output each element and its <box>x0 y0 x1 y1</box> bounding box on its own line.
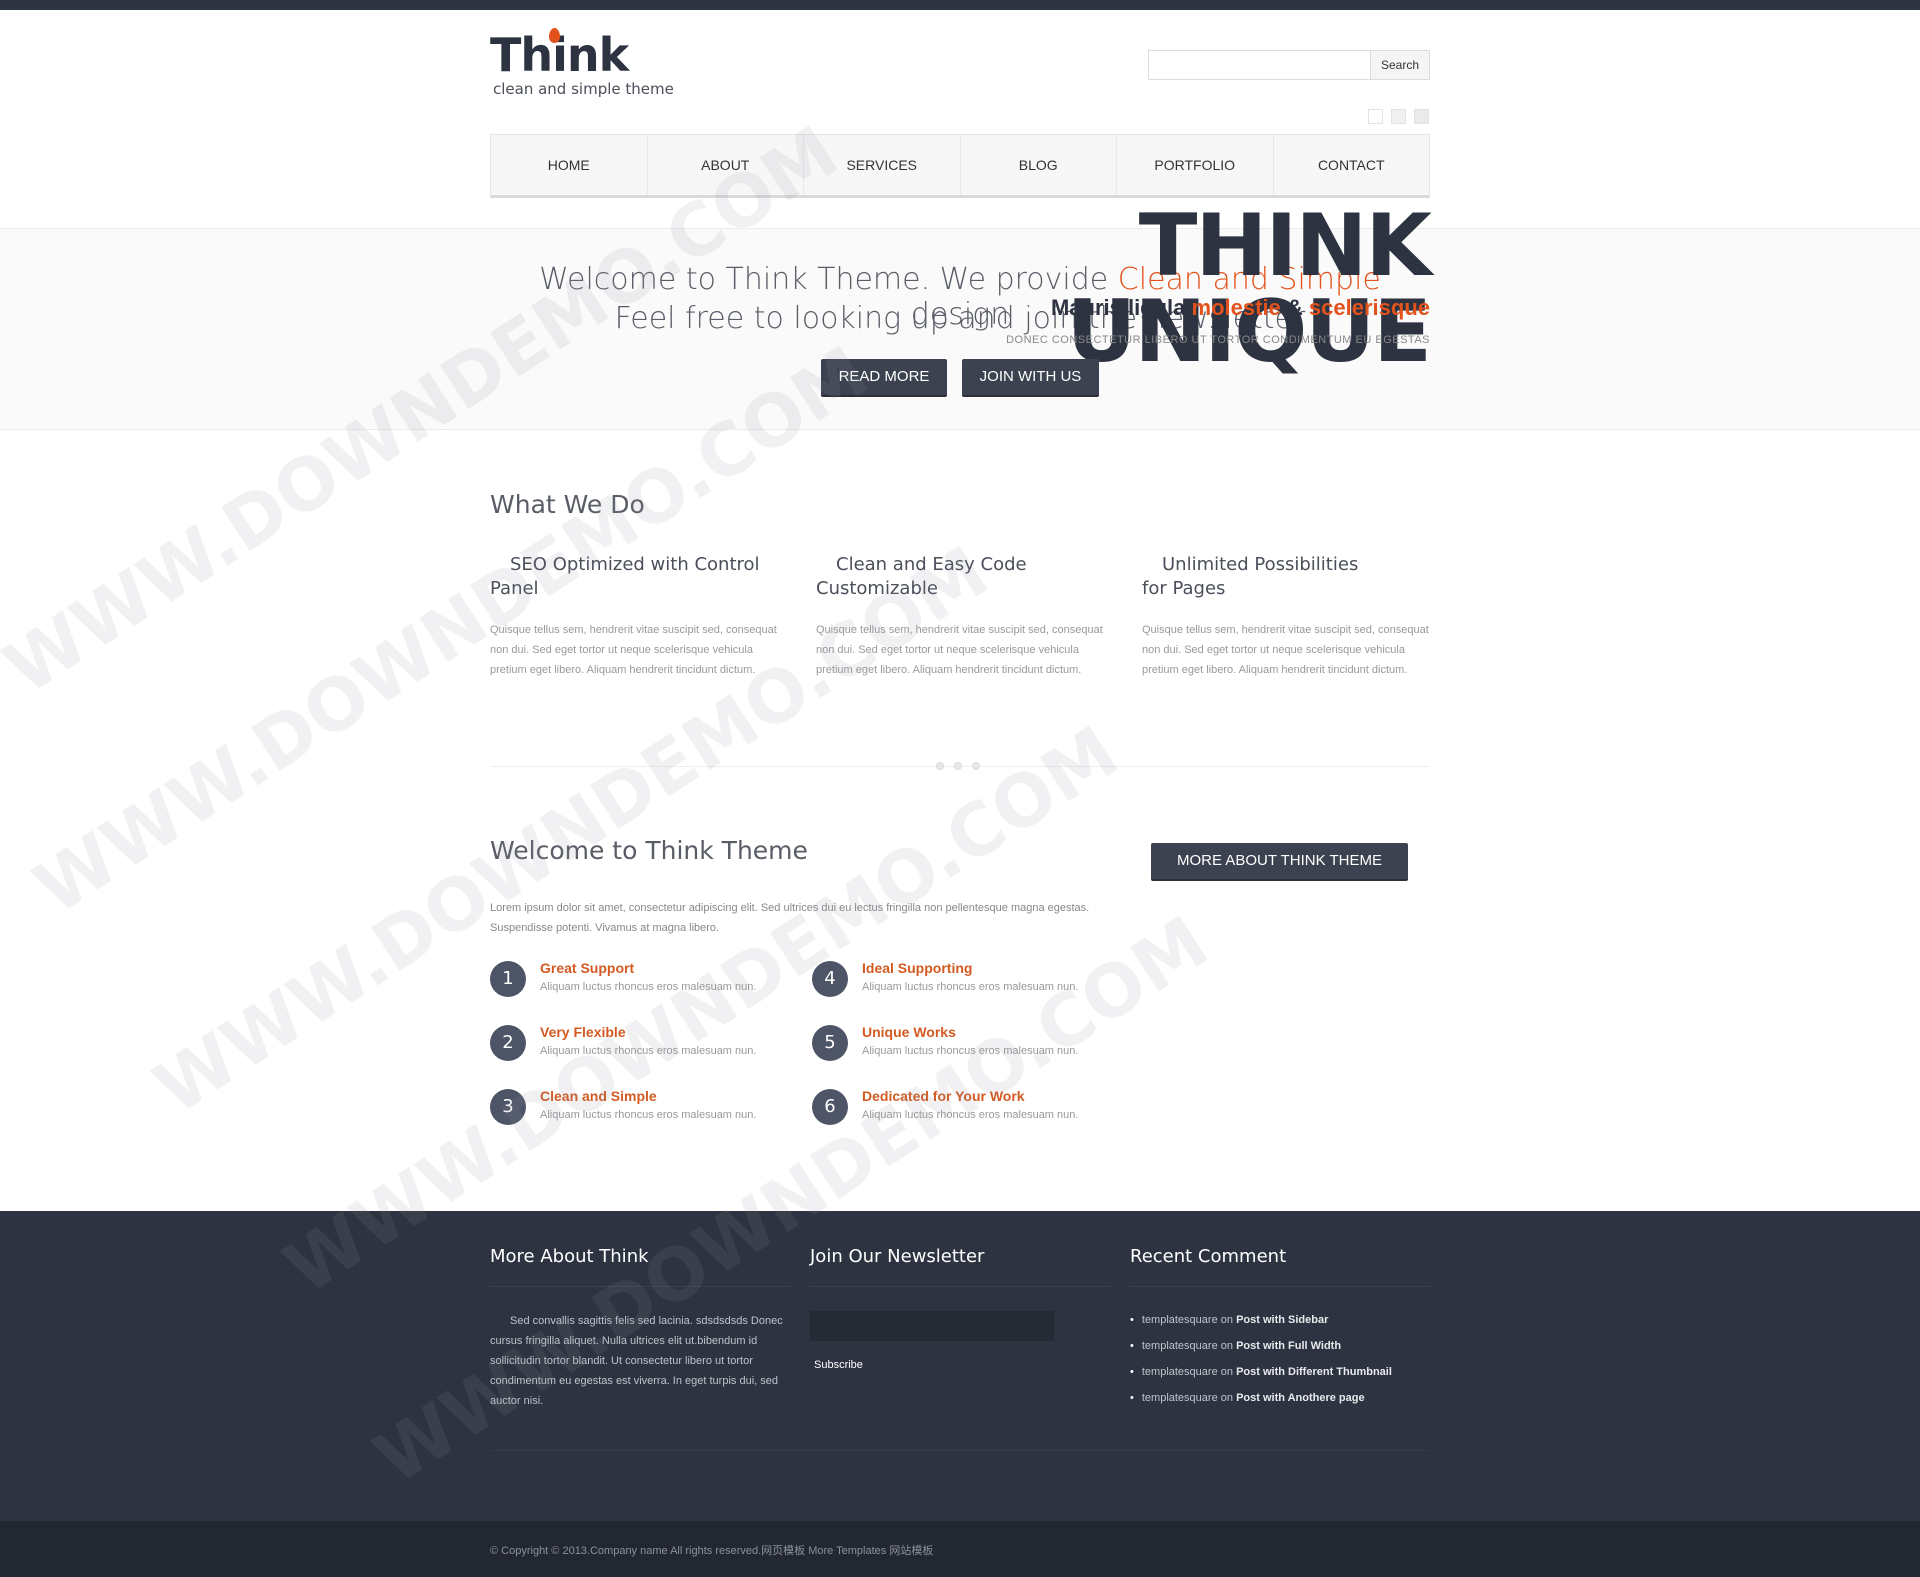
footer-bottom-divider <box>490 1450 1430 1451</box>
recent-comment-item[interactable]: templatesquare on Post with Sidebar <box>1130 1314 1329 1326</box>
feature-number-badge: 2 <box>490 1025 526 1061</box>
divider-dot <box>954 762 962 770</box>
recent-comment-item[interactable]: templatesquare on Post with Anothere pag… <box>1130 1392 1365 1404</box>
footer-recent-heading: Recent Comment <box>1130 1246 1287 1267</box>
main-nav: HOME ABOUT SERVICES BLOG PORTFOLIO CONTA… <box>490 134 1430 198</box>
nav-home[interactable]: HOME <box>491 135 648 195</box>
search-button[interactable]: Search <box>1370 51 1429 79</box>
footer-divider <box>1130 1286 1430 1287</box>
style-switch-light[interactable] <box>1391 109 1406 124</box>
feature-number-badge: 5 <box>812 1025 848 1061</box>
read-more-button[interactable]: READ MORE <box>821 359 947 397</box>
feature-item-title[interactable]: Ideal Supporting <box>862 960 972 976</box>
welcome-heading: Welcome to Think Theme <box>490 836 808 865</box>
feature-number-badge: 1 <box>490 961 526 997</box>
search-input[interactable] <box>1149 51 1375 81</box>
newsletter-email-field[interactable] <box>810 1311 1054 1341</box>
welcome-intro: Lorem ipsum dolor sit amet, consectetur … <box>490 902 1090 934</box>
bottom-bar <box>0 1521 1920 1577</box>
footer-about-heading: More About Think <box>490 1246 649 1267</box>
feature-item-title[interactable]: Clean and Simple <box>540 1088 657 1104</box>
feature-title: Clean and Easy Code Customizable <box>816 554 1027 599</box>
feature-item-text: Aliquam luctus rhoncus eros malesuam nun… <box>540 1109 757 1121</box>
feature-item-title[interactable]: Very Flexible <box>540 1024 626 1040</box>
recent-comment-item[interactable]: templatesquare on Post with Full Width <box>1130 1340 1341 1352</box>
feature-number-badge: 3 <box>490 1089 526 1125</box>
footer-newsletter-heading: Join Our Newsletter <box>810 1246 985 1267</box>
divider-dot <box>972 762 980 770</box>
feature-item-text: Aliquam luctus rhoncus eros malesuam nun… <box>540 981 757 993</box>
feature-item-text: Aliquam luctus rhoncus eros malesuam nun… <box>862 981 1079 993</box>
feature-item-text: Aliquam luctus rhoncus eros malesuam nun… <box>540 1045 757 1057</box>
feature-text: Quisque tellus sem, hendrerit vitae susc… <box>1142 624 1429 676</box>
what-we-do-heading: What We Do <box>490 490 645 519</box>
feature-text: Quisque tellus sem, hendrerit vitae susc… <box>816 624 1103 676</box>
more-about-button[interactable]: MORE ABOUT THINK THEME <box>1151 843 1408 881</box>
style-switch-gray[interactable] <box>1414 109 1429 124</box>
feature-number-badge: 6 <box>812 1089 848 1125</box>
logo[interactable]: Think clean and simple theme <box>490 28 674 98</box>
nav-about[interactable]: ABOUT <box>648 135 804 195</box>
logo-subtitle: clean and simple theme <box>493 80 674 98</box>
subscribe-button[interactable]: Subscribe <box>814 1359 863 1371</box>
hero-tagline: Mauris ligula molestie & scelerisque <box>1050 295 1430 320</box>
feature-title: Unlimited Possibilities for Pages <box>1142 554 1359 599</box>
nav-blog[interactable]: BLOG <box>961 135 1117 195</box>
nav-services[interactable]: SERVICES <box>804 135 961 195</box>
feature-number-badge: 4 <box>812 961 848 997</box>
top-bar <box>0 0 1920 10</box>
logo-title: Think <box>490 28 629 82</box>
divider-dot <box>936 762 944 770</box>
footer-about-text: Sed convallis sagittis felis sed lacinia… <box>490 1315 783 1407</box>
footer-divider <box>810 1286 1110 1287</box>
style-switch-white[interactable] <box>1368 109 1383 124</box>
feature-item-title[interactable]: Dedicated for Your Work <box>862 1088 1025 1104</box>
nav-contact[interactable]: CONTACT <box>1274 135 1430 195</box>
nav-portfolio[interactable]: PORTFOLIO <box>1117 135 1274 195</box>
feature-item-text: Aliquam luctus rhoncus eros malesuam nun… <box>862 1045 1079 1057</box>
hero-tagline-small: DONEC CONSECTETUR LIBERO UT TORTOR CONDI… <box>1006 334 1430 346</box>
recent-comment-item[interactable]: templatesquare on Post with Different Th… <box>1130 1366 1392 1378</box>
feature-item-title[interactable]: Great Support <box>540 960 634 976</box>
join-button[interactable]: JOIN WITH US <box>962 359 1099 397</box>
flame-icon <box>549 28 560 43</box>
hero-big-title: THINK UNIQUE <box>1066 196 1433 382</box>
footer-divider <box>490 1286 790 1287</box>
feature-title: SEO Optimized with Control Panel <box>490 554 760 599</box>
search-box: Search <box>1148 50 1430 81</box>
feature-text: Quisque tellus sem, hendrerit vitae susc… <box>490 624 777 676</box>
feature-item-text: Aliquam luctus rhoncus eros malesuam nun… <box>862 1109 1079 1121</box>
feature-item-title[interactable]: Unique Works <box>862 1024 956 1040</box>
copyright-text: © Copyright © 2013.Company name All righ… <box>490 1545 934 1557</box>
